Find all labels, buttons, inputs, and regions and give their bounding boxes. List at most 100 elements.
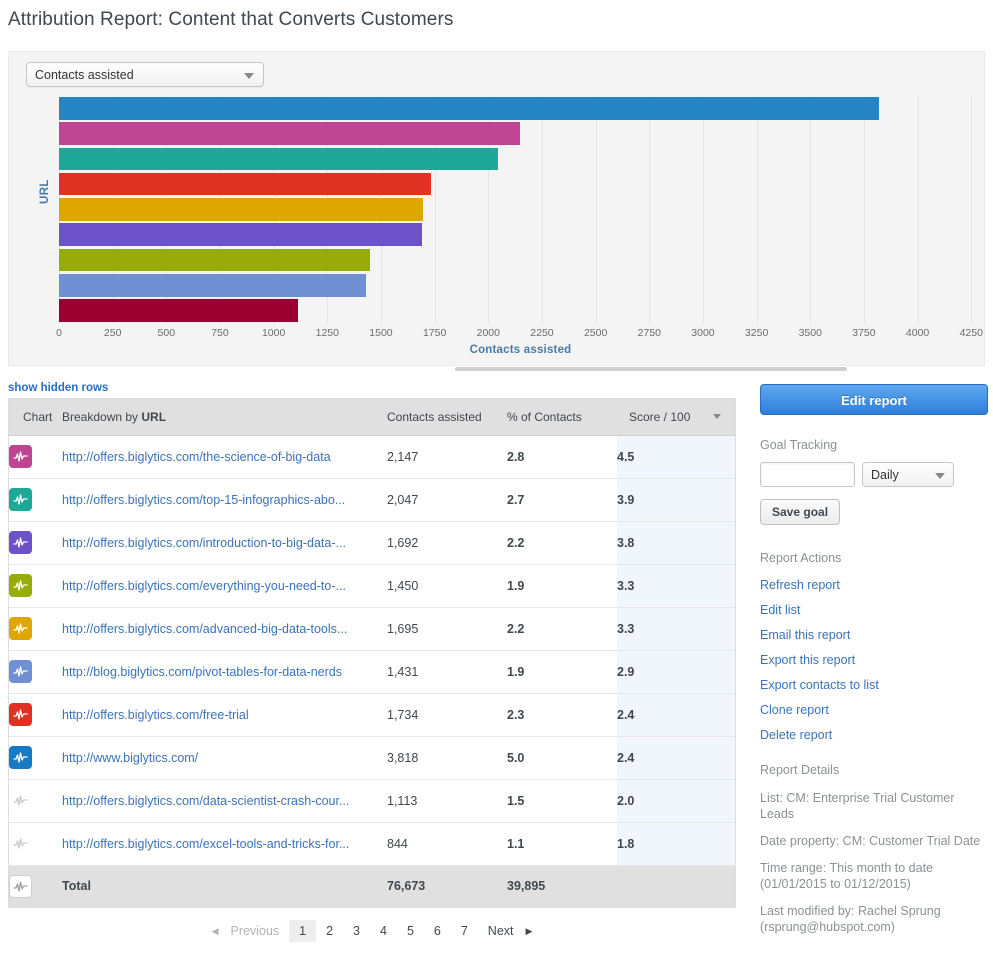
row-url-link[interactable]: http://www.biglytics.com/ bbox=[62, 751, 198, 765]
table-row[interactable]: http://offers.biglytics.com/excel-tools-… bbox=[9, 822, 735, 866]
row-url-cell[interactable]: http://offers.biglytics.com/introduction… bbox=[62, 521, 387, 565]
report-action-link-0[interactable]: Refresh report bbox=[760, 578, 988, 592]
pagination-page-5[interactable]: 5 bbox=[397, 920, 424, 942]
report-action-link-1[interactable]: Edit list bbox=[760, 603, 988, 617]
chart-bar[interactable] bbox=[59, 147, 499, 171]
chart-bar[interactable] bbox=[59, 274, 367, 297]
sparkline-icon[interactable] bbox=[9, 874, 32, 898]
row-url-link[interactable]: http://offers.biglytics.com/everything-y… bbox=[62, 579, 346, 593]
row-url-cell[interactable]: http://offers.biglytics.com/free-trial bbox=[62, 693, 387, 737]
chart-bar[interactable] bbox=[59, 248, 371, 272]
column-header-breakdown[interactable]: Breakdown by URL bbox=[62, 399, 387, 436]
table-row[interactable]: http://offers.biglytics.com/everything-y… bbox=[9, 564, 735, 608]
pagination-next[interactable]: Next bbox=[478, 920, 524, 942]
table-row[interactable]: http://offers.biglytics.com/advanced-big… bbox=[9, 607, 735, 651]
sparkline-icon[interactable] bbox=[9, 703, 32, 726]
save-goal-button[interactable]: Save goal bbox=[760, 499, 841, 525]
row-url-cell[interactable]: http://offers.biglytics.com/everything-y… bbox=[62, 564, 387, 608]
row-pct-cell: 2.2 bbox=[507, 607, 617, 651]
table-row[interactable]: http://www.biglytics.com/3,818 5.0 2.4 bbox=[9, 736, 735, 780]
x-axis-tick: 3250 bbox=[744, 327, 769, 339]
row-url-link[interactable]: http://offers.biglytics.com/excel-tools-… bbox=[62, 837, 349, 851]
pagination-page-6[interactable]: 6 bbox=[424, 920, 451, 942]
table-row[interactable]: http://offers.biglytics.com/top-15-infog… bbox=[9, 478, 735, 522]
row-chart-cell[interactable] bbox=[9, 650, 62, 694]
chart-bar[interactable] bbox=[59, 198, 423, 221]
row-url-link[interactable]: http://offers.biglytics.com/free-trial bbox=[62, 708, 249, 722]
row-chart-cell[interactable] bbox=[9, 779, 62, 823]
row-url-link[interactable]: http://offers.biglytics.com/advanced-big… bbox=[62, 622, 347, 636]
chart-bar-row bbox=[59, 172, 982, 197]
row-score-cell: 3.8 bbox=[617, 521, 735, 565]
column-header-pct-of-contacts[interactable]: % of Contacts bbox=[507, 399, 617, 436]
chart-bar[interactable] bbox=[59, 299, 298, 322]
row-url-link[interactable]: http://offers.biglytics.com/data-scienti… bbox=[62, 794, 349, 808]
pagination-page-7[interactable]: 7 bbox=[451, 920, 478, 942]
table-row[interactable]: http://offers.biglytics.com/data-scienti… bbox=[9, 779, 735, 823]
row-url-link[interactable]: http://offers.biglytics.com/the-science-… bbox=[62, 450, 331, 464]
pagination-page-2[interactable]: 2 bbox=[316, 920, 343, 942]
row-url-cell[interactable]: http://offers.biglytics.com/the-science-… bbox=[62, 435, 387, 479]
triangle-left-icon[interactable]: ◀ bbox=[210, 926, 221, 937]
sparkline-icon[interactable] bbox=[9, 445, 32, 468]
sparkline-icon[interactable] bbox=[9, 660, 32, 683]
report-action-link-4[interactable]: Export contacts to list bbox=[760, 678, 988, 692]
show-hidden-rows-link[interactable]: show hidden rows bbox=[8, 382, 108, 394]
report-action-link-2[interactable]: Email this report bbox=[760, 628, 988, 642]
row-url-cell[interactable]: http://www.biglytics.com/ bbox=[62, 736, 387, 780]
report-actions-list: Refresh report Edit list Email this report… bbox=[760, 578, 988, 742]
row-pct-cell: 1.9 bbox=[507, 564, 617, 608]
row-url-cell[interactable]: http://offers.biglytics.com/excel-tools-… bbox=[62, 822, 387, 866]
row-chart-cell[interactable] bbox=[9, 435, 62, 479]
pagination-page-1[interactable]: 1 bbox=[289, 920, 317, 942]
pagination-page-3[interactable]: 3 bbox=[343, 920, 370, 942]
row-chart-cell[interactable] bbox=[9, 607, 62, 651]
pagination-page-4[interactable]: 4 bbox=[370, 920, 397, 942]
table-row[interactable]: http://blog.biglytics.com/pivot-tables-f… bbox=[9, 650, 735, 694]
row-pct-cell: 1.9 bbox=[507, 650, 617, 694]
row-url-cell[interactable]: http://offers.biglytics.com/advanced-big… bbox=[62, 607, 387, 651]
metric-select[interactable]: Contacts assisted bbox=[26, 62, 264, 87]
sparkline-icon[interactable] bbox=[9, 488, 32, 511]
report-action-link-3[interactable]: Export this report bbox=[760, 653, 988, 667]
table-row[interactable]: http://offers.biglytics.com/the-science-… bbox=[9, 435, 735, 479]
column-header-score[interactable]: Score / 100 bbox=[617, 399, 735, 436]
chart-bar[interactable] bbox=[59, 97, 879, 120]
sparkline-icon[interactable] bbox=[9, 574, 32, 597]
column-header-chart[interactable]: Chart bbox=[9, 399, 62, 436]
chart-bar[interactable] bbox=[59, 223, 423, 246]
row-chart-cell[interactable] bbox=[9, 521, 62, 565]
row-chart-cell[interactable] bbox=[9, 478, 62, 522]
row-url-link[interactable]: http://blog.biglytics.com/pivot-tables-f… bbox=[62, 665, 342, 679]
table-row[interactable]: http://offers.biglytics.com/free-trial 1,… bbox=[9, 693, 735, 737]
table-row[interactable]: http://offers.biglytics.com/introduction… bbox=[9, 521, 735, 565]
report-action-link-5[interactable]: Clone report bbox=[760, 703, 988, 717]
total-chart-cell[interactable] bbox=[9, 865, 62, 907]
row-url-cell[interactable]: http://blog.biglytics.com/pivot-tables-f… bbox=[62, 650, 387, 694]
report-action-link-6[interactable]: Delete report bbox=[760, 728, 988, 742]
row-chart-cell[interactable] bbox=[9, 736, 62, 780]
goal-frequency-select[interactable]: Daily bbox=[862, 462, 954, 487]
x-axis-tick: 4250 bbox=[959, 327, 983, 339]
goal-value-input[interactable] bbox=[760, 462, 855, 487]
sparkline-icon[interactable] bbox=[9, 746, 32, 769]
row-url-link[interactable]: http://offers.biglytics.com/top-15-infog… bbox=[62, 493, 345, 507]
row-url-link[interactable]: http://offers.biglytics.com/introduction… bbox=[62, 536, 346, 550]
pagination-previous[interactable]: Previous bbox=[220, 920, 289, 942]
sparkline-icon[interactable] bbox=[9, 531, 32, 554]
edit-report-button[interactable]: Edit report bbox=[760, 384, 988, 415]
row-url-cell[interactable]: http://offers.biglytics.com/top-15-infog… bbox=[62, 478, 387, 522]
chart-bar[interactable] bbox=[59, 122, 520, 145]
chart-horizontal-scrollbar[interactable] bbox=[455, 367, 847, 371]
sparkline-icon[interactable] bbox=[9, 617, 32, 640]
column-header-score-label: Score / 100 bbox=[629, 409, 691, 424]
column-header-contacts-assisted[interactable]: Contacts assisted bbox=[387, 399, 507, 436]
row-url-cell[interactable]: http://offers.biglytics.com/data-scienti… bbox=[62, 779, 387, 823]
chart-bar[interactable] bbox=[59, 172, 432, 196]
sparkline-icon[interactable] bbox=[9, 832, 32, 855]
row-chart-cell[interactable] bbox=[9, 564, 62, 608]
sparkline-icon[interactable] bbox=[9, 789, 32, 812]
triangle-right-icon[interactable]: ▶ bbox=[524, 926, 535, 937]
row-chart-cell[interactable] bbox=[9, 822, 62, 866]
row-chart-cell[interactable] bbox=[9, 693, 62, 737]
